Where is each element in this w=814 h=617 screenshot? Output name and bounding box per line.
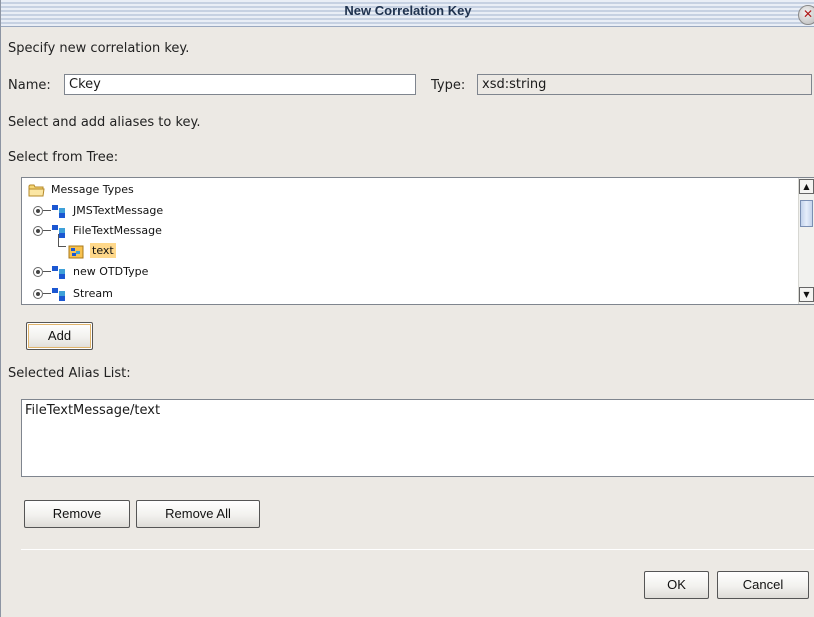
scroll-down-icon[interactable]: ▼ (799, 287, 814, 302)
tree-item-filetextmessage[interactable]: FileTextMessage (33, 220, 162, 241)
scroll-up-icon[interactable]: ▲ (799, 179, 814, 194)
new-correlation-key-dialog: New Correlation Key ✕ Specify new correl… (0, 0, 814, 617)
field-element-icon (68, 244, 85, 258)
cancel-button[interactable]: Cancel (717, 571, 809, 599)
scroll-thumb[interactable] (800, 200, 813, 227)
tree-guide-line (58, 246, 66, 247)
alias-list-item[interactable]: FileTextMessage/text (25, 403, 160, 418)
remove-all-button[interactable]: Remove All (136, 500, 260, 528)
tree-item-text-selected[interactable]: text (68, 240, 116, 261)
folder-icon (28, 183, 45, 197)
expand-handle-icon[interactable] (33, 205, 43, 216)
add-button[interactable]: Add (26, 322, 93, 350)
tree-connector (43, 210, 51, 211)
otd-icon (52, 204, 68, 218)
tree-item-label: text (90, 243, 116, 258)
message-type-tree[interactable]: Message Types JMSTextMessage FileTextMes… (21, 177, 814, 305)
alias-instruction-text: Select and add aliases to key. (8, 115, 201, 130)
tree-item-label: new OTDType (73, 265, 149, 278)
selected-alias-list[interactable]: FileTextMessage/text (21, 399, 814, 477)
close-icon[interactable]: ✕ (798, 5, 814, 25)
expand-handle-icon[interactable] (33, 225, 43, 236)
tree-root-message-types[interactable]: Message Types (28, 179, 134, 200)
tree-item-label: Stream (73, 287, 113, 300)
tree-item-jmstextmessage[interactable]: JMSTextMessage (33, 200, 163, 221)
otd-icon (52, 265, 68, 279)
tree-connector (43, 230, 51, 231)
ok-button[interactable]: OK (644, 571, 709, 599)
tree-item-label: JMSTextMessage (73, 204, 164, 217)
expand-handle-icon[interactable] (33, 288, 43, 299)
dialog-title: New Correlation Key (344, 3, 472, 18)
tree-guide-line (58, 234, 59, 246)
tree-label: Select from Tree: (8, 150, 119, 165)
otd-icon (52, 224, 68, 238)
tree-item-new-otdtype[interactable]: new OTDType (33, 261, 148, 282)
name-label: Name: (8, 78, 51, 93)
instruction-text: Specify new correlation key. (8, 41, 190, 56)
alias-list-label: Selected Alias List: (8, 366, 131, 381)
title-bar[interactable]: New Correlation Key ✕ (1, 0, 814, 27)
tree-item-stream[interactable]: Stream (33, 283, 113, 304)
expand-handle-icon[interactable] (33, 266, 43, 277)
name-field[interactable]: Ckey (64, 74, 416, 95)
footer-divider (21, 549, 814, 550)
tree-connector (43, 293, 51, 294)
remove-button[interactable]: Remove (24, 500, 130, 528)
tree-root-label: Message Types (51, 183, 134, 196)
otd-icon (52, 287, 68, 301)
tree-item-label: FileTextMessage (73, 224, 162, 237)
tree-connector (43, 271, 51, 272)
tree-scrollbar[interactable]: ▲ ▼ (798, 178, 814, 304)
type-field: xsd:string (477, 74, 812, 95)
type-label: Type: (431, 78, 466, 93)
